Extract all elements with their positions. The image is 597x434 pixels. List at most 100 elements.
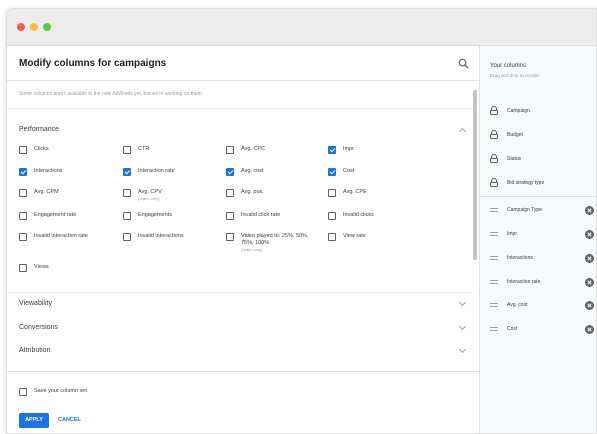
performance-option-note: (Video only) bbox=[241, 247, 263, 252]
drag-handle-icon[interactable] bbox=[490, 256, 498, 260]
checkbox[interactable] bbox=[19, 233, 27, 241]
performance-option-label: Impr. bbox=[343, 146, 356, 152]
performance-option[interactable]: Interactions bbox=[19, 168, 62, 176]
checkbox-checked[interactable] bbox=[328, 168, 336, 176]
checkbox[interactable] bbox=[19, 212, 27, 220]
checkbox[interactable] bbox=[226, 212, 234, 220]
drag-handle-icon[interactable] bbox=[490, 280, 498, 284]
performance-option-label: Engagements bbox=[138, 212, 172, 218]
section-conversions-title[interactable]: Conversions bbox=[19, 324, 58, 331]
your-columns-panel: Your columns Drag and drop to reorder Ca… bbox=[479, 46, 596, 433]
lock-icon bbox=[490, 154, 498, 163]
remove-column-icon[interactable] bbox=[585, 324, 594, 334]
apply-button[interactable]: APPLY bbox=[19, 413, 49, 428]
lock-icon bbox=[490, 130, 498, 139]
performance-option[interactable]: Invalid click rate bbox=[226, 212, 280, 220]
performance-option[interactable]: Video played to: 25%, 50%, 75%, 100% (Vid… bbox=[226, 233, 319, 252]
performance-option[interactable]: Engagement rate bbox=[19, 212, 76, 220]
performance-option[interactable]: Clicks bbox=[19, 146, 49, 154]
checkbox[interactable] bbox=[328, 233, 336, 241]
section-attribution-title[interactable]: Attribution bbox=[19, 347, 51, 354]
checkbox[interactable] bbox=[328, 189, 336, 197]
performance-option[interactable]: Avg. CPM bbox=[19, 189, 59, 197]
drag-handle-icon[interactable] bbox=[490, 232, 498, 236]
save-column-set-checkbox[interactable]: Save your column set bbox=[19, 388, 87, 396]
performance-option[interactable]: Avg. CPE bbox=[328, 189, 367, 197]
maximize-window-dot[interactable] bbox=[43, 23, 51, 31]
remove-column-icon[interactable] bbox=[585, 229, 594, 239]
window-titlebar bbox=[7, 9, 596, 46]
chevron-up-icon[interactable] bbox=[458, 127, 467, 136]
performance-option[interactable]: Impr. bbox=[328, 146, 355, 154]
chevron-down-icon[interactable] bbox=[458, 345, 467, 354]
checkbox[interactable] bbox=[226, 146, 234, 154]
chevron-down-icon[interactable] bbox=[458, 322, 467, 331]
checkbox[interactable] bbox=[19, 264, 27, 272]
movable-column-label: Interactions bbox=[507, 255, 533, 261]
close-window-dot[interactable] bbox=[17, 23, 25, 31]
search-icon[interactable] bbox=[458, 58, 469, 69]
performance-option-label: Engagement rate bbox=[34, 212, 77, 218]
modify-columns-window: Modify columns for campaigns Some column… bbox=[6, 8, 597, 434]
checkbox[interactable] bbox=[19, 189, 27, 197]
movable-column-item[interactable]: Interactions bbox=[490, 253, 594, 263]
drag-handle-icon[interactable] bbox=[490, 208, 498, 212]
remove-column-icon[interactable] bbox=[585, 277, 594, 287]
performance-option[interactable]: Views bbox=[19, 264, 49, 272]
checkbox[interactable] bbox=[19, 146, 27, 154]
performance-option[interactable]: Invalid interaction rate bbox=[19, 233, 112, 241]
movable-column-item[interactable]: Avg. cost bbox=[490, 300, 594, 310]
drag-handle-icon[interactable] bbox=[490, 303, 498, 307]
checkbox-checked[interactable] bbox=[328, 146, 336, 154]
checkbox[interactable] bbox=[123, 212, 131, 220]
performance-option[interactable]: Avg. CPV (Video only) bbox=[123, 189, 162, 201]
performance-option[interactable]: Invalid clicks bbox=[328, 212, 374, 220]
performance-option-label: Invalid click rate bbox=[241, 212, 281, 218]
drag-handle-icon[interactable] bbox=[490, 327, 498, 331]
performance-option[interactable]: Avg. CPC bbox=[226, 146, 265, 154]
movable-column-item[interactable]: Interaction rate bbox=[490, 277, 594, 287]
performance-option[interactable]: Cost bbox=[328, 168, 354, 176]
movable-column-label: Impr. bbox=[507, 231, 519, 237]
performance-option[interactable]: Avg. cost bbox=[226, 168, 264, 176]
divider bbox=[480, 196, 596, 197]
checkbox[interactable] bbox=[226, 189, 234, 197]
checkbox[interactable] bbox=[19, 388, 27, 396]
performance-option[interactable]: Invalid interactions bbox=[123, 233, 184, 241]
cancel-button[interactable]: CANCEL bbox=[58, 413, 81, 428]
performance-option[interactable]: CTR bbox=[123, 146, 149, 154]
locked-column-item: Bid strategy type bbox=[490, 178, 544, 187]
section-performance-title[interactable]: Performance bbox=[19, 126, 59, 133]
performance-option-note: (Video only) bbox=[138, 196, 160, 201]
performance-option[interactable]: View rate bbox=[328, 233, 366, 241]
availability-notice: Some columns aren't available in the new… bbox=[19, 91, 204, 97]
checkbox-checked[interactable] bbox=[226, 168, 234, 176]
checkbox-checked[interactable] bbox=[123, 168, 131, 176]
chevron-down-icon[interactable] bbox=[458, 298, 467, 307]
checkbox[interactable] bbox=[123, 233, 131, 241]
minimize-window-dot[interactable] bbox=[30, 23, 38, 31]
checkbox-checked[interactable] bbox=[19, 168, 27, 176]
performance-option-label: Avg. CPV bbox=[138, 189, 162, 195]
panel-footer: Save your column set APPLY CANCEL bbox=[7, 371, 479, 433]
checkbox[interactable] bbox=[226, 233, 234, 241]
remove-column-icon[interactable] bbox=[585, 205, 594, 215]
scrollbar-thumb[interactable] bbox=[473, 90, 477, 260]
performance-option-label: Avg. CPC bbox=[241, 146, 266, 152]
movable-column-item[interactable]: Campaign Type bbox=[490, 205, 594, 215]
performance-option-label: Video played to: 25%, 50%, 75%, 100% bbox=[241, 233, 309, 246]
remove-column-icon[interactable] bbox=[585, 300, 594, 310]
performance-option[interactable]: Interaction rate bbox=[123, 168, 175, 176]
movable-column-item[interactable]: Cost bbox=[490, 324, 594, 334]
checkbox[interactable] bbox=[328, 212, 336, 220]
locked-column-label: Budget bbox=[507, 131, 523, 138]
performance-option[interactable]: Avg. pos. bbox=[226, 189, 264, 197]
remove-column-icon[interactable] bbox=[585, 253, 594, 263]
checkbox[interactable] bbox=[123, 146, 131, 154]
movable-column-item[interactable]: Impr. bbox=[490, 229, 594, 239]
performance-option-label: Avg. CPM bbox=[34, 189, 59, 195]
lock-icon bbox=[490, 178, 498, 187]
performance-option[interactable]: Engagements bbox=[123, 212, 172, 220]
checkbox[interactable] bbox=[123, 189, 131, 197]
section-viewability-title[interactable]: Viewability bbox=[19, 300, 52, 307]
